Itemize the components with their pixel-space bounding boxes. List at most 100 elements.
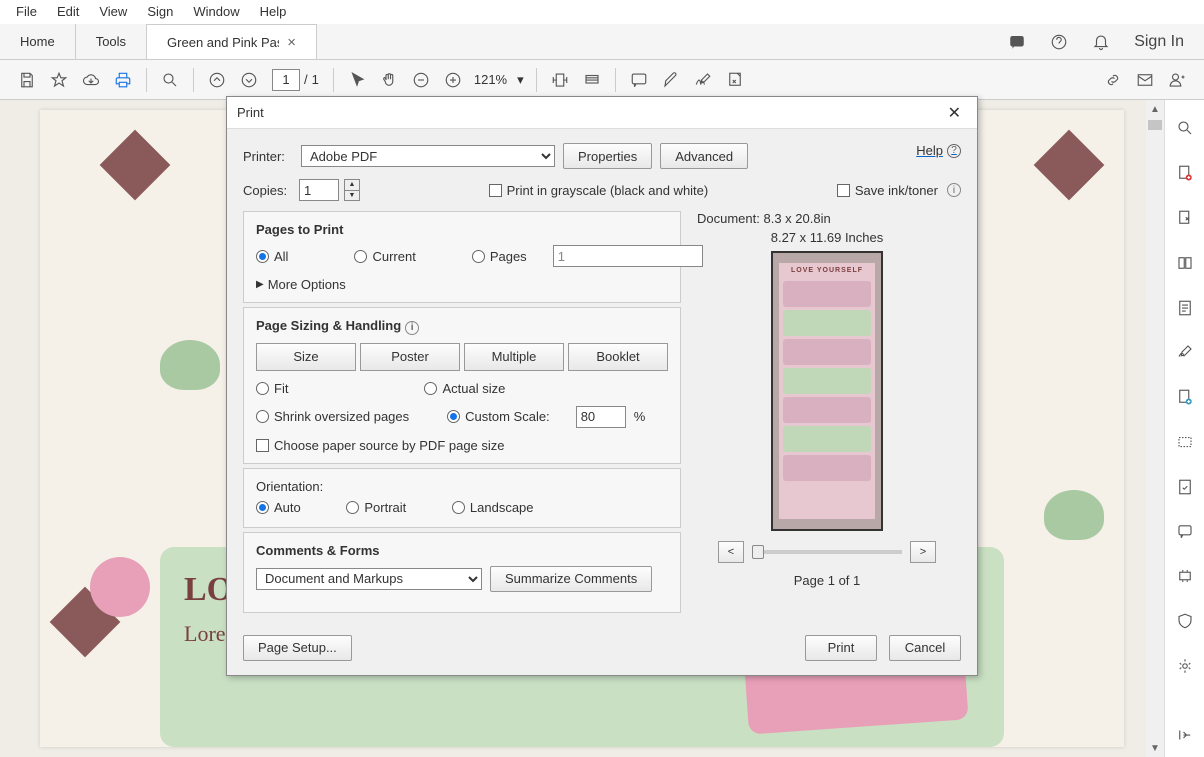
scrollbar-thumb[interactable] [1148, 120, 1162, 130]
radio-all[interactable]: All [256, 249, 288, 264]
radio-current-label: Current [372, 249, 415, 264]
page-current-input[interactable] [272, 69, 300, 91]
menu-window[interactable]: Window [183, 1, 249, 22]
pages-range-input[interactable] [553, 245, 703, 267]
search-icon[interactable] [155, 65, 185, 95]
mail-icon[interactable] [1130, 65, 1160, 95]
tab-close-icon[interactable]: × [287, 34, 296, 51]
stamp-icon[interactable] [720, 65, 750, 95]
export-pdf-icon[interactable] [1174, 163, 1196, 184]
collapse-pane-icon[interactable] [1174, 724, 1196, 745]
read-mode-icon[interactable] [577, 65, 607, 95]
share-user-icon[interactable] [1162, 65, 1192, 95]
page-of-label: Page 1 of 1 [693, 573, 961, 588]
bell-icon[interactable] [1092, 33, 1110, 51]
print-icon[interactable] [108, 65, 138, 95]
scroll-up-icon[interactable]: ▲ [1146, 100, 1164, 118]
printer-select[interactable]: Adobe PDF [301, 145, 555, 167]
zoom-out-icon[interactable] [406, 65, 436, 95]
custom-scale-input[interactable] [576, 406, 626, 428]
menu-edit[interactable]: Edit [47, 1, 89, 22]
hand-icon[interactable] [374, 65, 404, 95]
summarize-button[interactable]: Summarize Comments [490, 566, 652, 592]
menu-file[interactable]: File [6, 1, 47, 22]
protect-icon[interactable] [1174, 476, 1196, 497]
search-tool-icon[interactable] [1174, 118, 1196, 139]
toolbar: / 1 121%▾ [0, 60, 1204, 100]
cloud-icon[interactable] [76, 65, 106, 95]
combine-icon[interactable] [1174, 387, 1196, 408]
print-button[interactable]: Print [805, 635, 877, 661]
seg-poster[interactable]: Poster [360, 343, 460, 371]
info-icon[interactable]: i [405, 321, 419, 335]
create-pdf-icon[interactable] [1174, 208, 1196, 229]
dialog-title: Print [237, 105, 264, 120]
radio-pages[interactable]: Pages [472, 249, 527, 264]
link-icon[interactable] [1098, 65, 1128, 95]
radio-shrink[interactable]: Shrink oversized pages [256, 409, 409, 424]
sign-in-link[interactable]: Sign In [1134, 33, 1184, 51]
properties-button[interactable]: Properties [563, 143, 652, 169]
radio-current[interactable]: Current [354, 249, 415, 264]
info-icon[interactable]: i [947, 183, 961, 197]
more-options-toggle[interactable]: ▶More Options [256, 277, 668, 292]
comment-tool-icon[interactable] [1174, 521, 1196, 542]
more-tools-icon[interactable] [1174, 655, 1196, 676]
notification-icon[interactable] [1008, 33, 1026, 51]
preview-next-button[interactable]: > [910, 541, 936, 563]
compress-icon[interactable] [1174, 566, 1196, 587]
tab-tools[interactable]: Tools [76, 24, 147, 59]
paper-source-checkbox[interactable]: Choose paper source by PDF page size [256, 438, 668, 453]
more-options-label: More Options [268, 277, 346, 292]
menu-sign[interactable]: Sign [137, 1, 183, 22]
page-up-icon[interactable] [202, 65, 232, 95]
radio-portrait[interactable]: Portrait [346, 500, 406, 515]
help-icon[interactable] [1050, 33, 1068, 51]
preview-slider[interactable] [752, 550, 902, 554]
menu-help[interactable]: Help [250, 1, 297, 22]
radio-landscape[interactable]: Landscape [452, 500, 534, 515]
copies-spinner[interactable]: ▲▼ [344, 179, 360, 201]
grayscale-checkbox[interactable]: Print in grayscale (black and white) [489, 183, 709, 198]
redact-icon[interactable] [1174, 431, 1196, 452]
radio-auto[interactable]: Auto [256, 500, 301, 515]
edit-pdf-icon[interactable] [1174, 252, 1196, 273]
radio-actual[interactable]: Actual size [424, 381, 505, 396]
seg-booklet[interactable]: Booklet [568, 343, 668, 371]
organize-icon[interactable] [1174, 297, 1196, 318]
comment-icon[interactable] [624, 65, 654, 95]
scroll-down-icon[interactable]: ▼ [1146, 739, 1164, 757]
comments-title: Comments & Forms [256, 543, 668, 558]
radio-custom-scale[interactable]: Custom Scale: [447, 409, 550, 424]
zoom-in-icon[interactable] [438, 65, 468, 95]
slider-handle[interactable] [752, 545, 764, 559]
star-icon[interactable] [44, 65, 74, 95]
print-dialog: Print ✕ Help? Printer: Adobe PDF Propert… [226, 96, 978, 676]
seg-multiple[interactable]: Multiple [464, 343, 564, 371]
highlight-icon[interactable] [656, 65, 686, 95]
page-down-icon[interactable] [234, 65, 264, 95]
radio-all-label: All [274, 249, 288, 264]
menu-view[interactable]: View [89, 1, 137, 22]
help-link[interactable]: Help? [916, 143, 961, 158]
radio-fit[interactable]: Fit [256, 381, 288, 396]
pointer-icon[interactable] [342, 65, 372, 95]
page-setup-button[interactable]: Page Setup... [243, 635, 352, 661]
scrollbar-vertical[interactable]: ▲ ▼ [1146, 100, 1164, 757]
tab-document[interactable]: Green and Pink Pas... × [147, 24, 317, 59]
saveink-checkbox[interactable]: Save ink/toneri [837, 183, 961, 198]
seg-size[interactable]: Size [256, 343, 356, 371]
shield-icon[interactable] [1174, 611, 1196, 632]
cancel-button[interactable]: Cancel [889, 635, 961, 661]
advanced-button[interactable]: Advanced [660, 143, 748, 169]
zoom-display[interactable]: 121%▾ [470, 72, 528, 88]
tab-home[interactable]: Home [0, 24, 76, 59]
save-icon[interactable] [12, 65, 42, 95]
preview-prev-button[interactable]: < [718, 541, 744, 563]
copies-input[interactable] [299, 179, 339, 201]
comments-select[interactable]: Document and Markups [256, 568, 482, 590]
fit-width-icon[interactable] [545, 65, 575, 95]
fill-sign-icon[interactable] [1174, 342, 1196, 363]
close-icon[interactable]: ✕ [942, 99, 967, 127]
sign-icon[interactable] [688, 65, 718, 95]
